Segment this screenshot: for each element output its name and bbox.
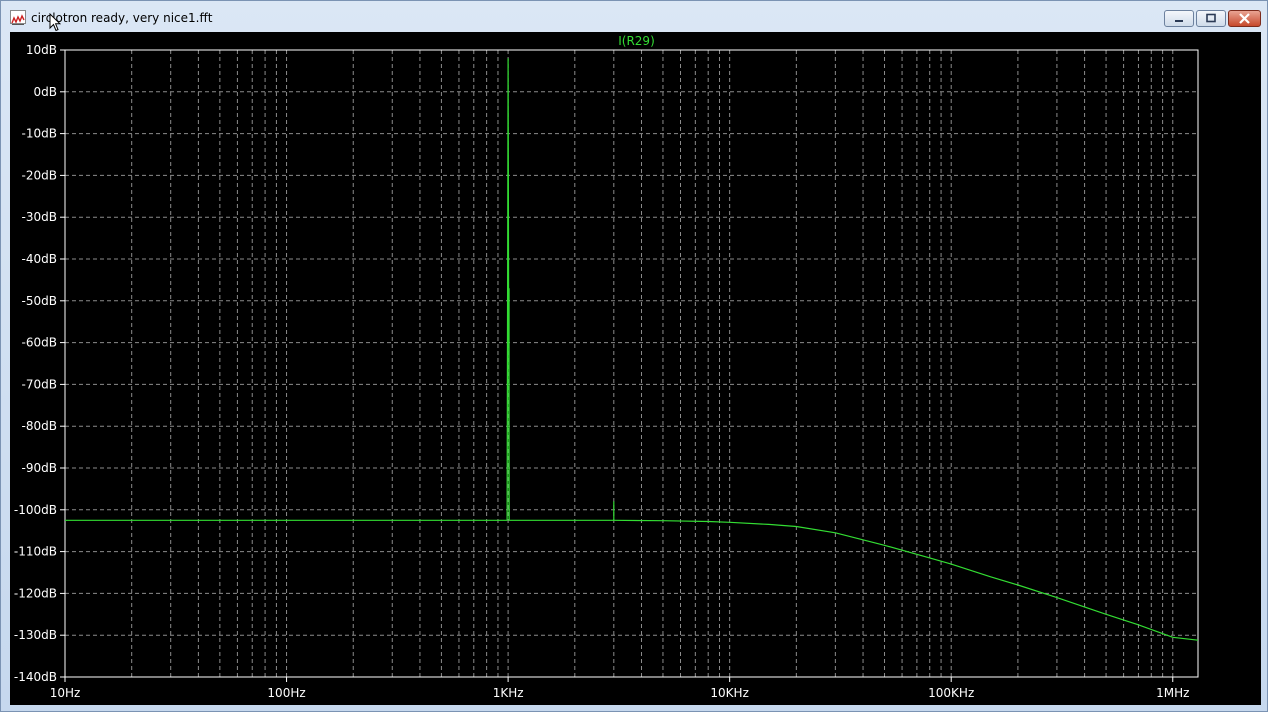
y-tick-label: -110dB <box>14 545 57 559</box>
fft-chart[interactable]: 10dB 0dB -10dB -20dB -30dB -40dB -50dB -60dB -70… <box>10 32 1261 705</box>
y-tick-label: -60dB <box>22 336 57 350</box>
maximize-button[interactable] <box>1196 10 1226 27</box>
x-tick-label: 100Hz <box>267 686 305 700</box>
x-tick-label: 1KHz <box>493 686 524 700</box>
y-tick-label: -10dB <box>22 127 57 141</box>
y-tick-label: 10dB <box>26 43 57 57</box>
plot-area[interactable]: 10dB 0dB -10dB -20dB -30dB -40dB -50dB -60dB -70… <box>10 32 1261 705</box>
y-tick-label: -130dB <box>14 628 57 642</box>
waveform-app-icon <box>10 10 26 25</box>
x-tick-label: 1MHz <box>1156 686 1189 700</box>
y-tick-label: -140dB <box>14 670 57 684</box>
y-tick-label: 0dB <box>34 85 57 99</box>
y-tick-label: -120dB <box>14 586 57 600</box>
series-line <box>65 58 1199 641</box>
x-tick-label: 10KHz <box>710 686 748 700</box>
application-window: circlotron ready, very nice1.fft 10dB 0dB… <box>0 0 1268 712</box>
x-tick-label: 10Hz <box>50 686 81 700</box>
y-tick-label: -90dB <box>22 461 57 475</box>
y-tick-label: -50dB <box>22 294 57 308</box>
chart-title: I(R29) <box>618 34 655 48</box>
y-tick-label: -100dB <box>14 503 57 517</box>
y-tick-label: -30dB <box>22 210 57 224</box>
minimize-button[interactable] <box>1164 10 1194 27</box>
y-tick-label: -20dB <box>22 168 57 182</box>
y-tick-label: -70dB <box>22 377 57 391</box>
y-tick-label: -40dB <box>22 252 57 266</box>
close-button[interactable] <box>1228 10 1261 27</box>
title-bar[interactable]: circlotron ready, very nice1.fft <box>1 1 1267 33</box>
plot-frame <box>64 49 1199 678</box>
y-tick-label: -80dB <box>22 419 57 433</box>
x-tick-label: 100KHz <box>928 686 974 700</box>
